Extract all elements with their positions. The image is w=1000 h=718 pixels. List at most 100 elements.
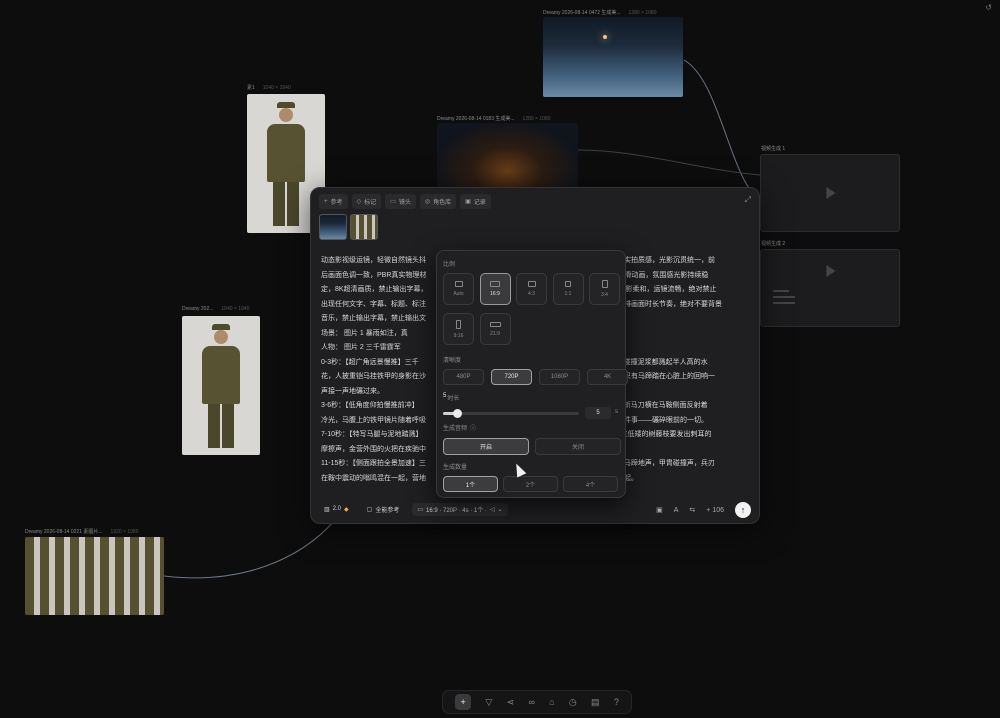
soldier-image-2[interactable] — [182, 316, 260, 455]
duration-label: 时长 — [447, 396, 460, 402]
resolution-option[interactable]: 4K — [587, 369, 628, 385]
ratio-option[interactable]: 16:9 — [479, 273, 511, 305]
ratio-label: 4:3 — [528, 291, 535, 297]
node-size: 1280 × 1080 — [628, 9, 657, 16]
tab-reference[interactable]: + 参考 — [319, 194, 348, 209]
ratio-option[interactable]: 3:4 — [589, 273, 620, 305]
diamond-icon: ◆ — [344, 506, 349, 513]
reference-thumb-1[interactable] — [319, 214, 347, 240]
node-caption-soldier-1: 素1 1040 × 1940 — [247, 84, 291, 92]
ratio-shape-icon — [565, 281, 571, 287]
night-video-thumbnail[interactable] — [437, 123, 578, 187]
node-caption-soldier-2: Dreamy 202... 1040 × 1940 — [182, 306, 249, 312]
settings-summary-button[interactable]: ▭ 16:9 · 720P · 4s · 1个 · ◁ ⌄ — [412, 502, 508, 516]
ratio-option[interactable]: Auto — [443, 273, 474, 305]
plus-icon[interactable]: + — [455, 694, 472, 710]
wire-ice-to-video — [683, 59, 761, 201]
tab-label: 标记 — [364, 200, 377, 206]
record-icon: ▣ — [465, 199, 471, 205]
image-icon[interactable]: ▤ — [591, 697, 600, 708]
model-selector[interactable]: ▥ 2.0 ◆ — [319, 504, 354, 515]
ratio-option[interactable]: 9:16 — [443, 313, 474, 345]
audio-option-label: 开启 — [479, 445, 492, 451]
light-icon — [603, 35, 607, 39]
reference-thumb-2[interactable] — [350, 214, 378, 240]
ratio-option[interactable]: 21:9 — [479, 313, 511, 345]
tab-label: 角色库 — [433, 200, 452, 206]
video-output-card-2[interactable] — [760, 249, 900, 327]
ratio-shape-icon — [454, 281, 463, 287]
tab-record[interactable]: ▣ 记录 — [460, 194, 491, 209]
duration-unit: s — [615, 409, 618, 415]
resolution-label: 4K — [603, 374, 612, 380]
ratio-label: 1:1 — [564, 291, 572, 297]
node-title: 视频生成 2 — [761, 241, 786, 247]
audio-option[interactable]: 关闭 — [535, 438, 621, 455]
resolution-option[interactable]: 720P — [491, 369, 532, 385]
count-option-label: 2个 — [525, 482, 536, 489]
count-option[interactable]: 1个 — [443, 476, 498, 492]
soldier-figure — [267, 102, 305, 226]
ratio-option[interactable]: 1:1 — [552, 273, 584, 305]
node-caption-video-1: 视频生成 1 — [761, 145, 785, 152]
duration-value-box[interactable]: 5 — [585, 407, 611, 419]
count-option[interactable]: 2个 — [503, 476, 558, 492]
video-output-card-1[interactable] — [760, 154, 900, 232]
workflow-canvas[interactable]: ↺ Dreamy 2026-08-14 0472 生成美... 1280 × 1… — [0, 0, 1000, 718]
node-title: Dreamy 2026-08-14 0221 素图片... — [25, 529, 103, 535]
play-icon — [826, 187, 836, 199]
history-icon[interactable]: ◷ — [569, 697, 577, 708]
node-caption-group: Dreamy 2026-08-14 0221 素图片... 1920 × 108… — [25, 528, 139, 536]
ratio-option[interactable]: 4:3 — [516, 273, 547, 305]
duration-marker: 5 — [443, 393, 447, 399]
upload-icon[interactable]: ⌂ — [549, 697, 554, 707]
node-size: 1040 × 1940 — [221, 306, 250, 312]
screen-icon: ▭ — [417, 506, 423, 513]
soldier-figure — [202, 324, 240, 448]
ratio-shape-icon — [489, 321, 501, 327]
expand-icon[interactable]: ⤢ — [745, 195, 751, 205]
count-option-label: 4个 — [585, 482, 596, 489]
chart-icon: ▥ — [324, 506, 330, 513]
duration-slider-knob[interactable] — [452, 409, 462, 418]
soldier-group-image[interactable] — [25, 537, 164, 615]
resolution-option[interactable]: 1080P — [539, 369, 580, 385]
tab-label: 镜头 — [398, 200, 411, 206]
send-button[interactable]: ↑ — [735, 502, 751, 518]
resolution-option[interactable]: 480P — [443, 369, 484, 385]
tab-shot[interactable]: ▭ 镜头 — [385, 194, 416, 209]
share-node-icon[interactable]: ⋖ — [507, 697, 515, 708]
resolution-section-label: 清晰度 — [443, 358, 462, 364]
placeholder-line — [773, 302, 795, 304]
ice-video-thumbnail[interactable] — [543, 17, 683, 97]
audio-option-label: 关闭 — [571, 445, 584, 451]
ratio-shape-icon — [456, 319, 461, 329]
share-icon[interactable]: ↺ — [985, 3, 992, 12]
node-title: 视频生成 1 — [761, 146, 786, 152]
node-caption-ice: Dreamy 2026-08-14 0472 生成美... 1280 × 108… — [543, 9, 657, 17]
image-edit-icon[interactable]: ▣ — [656, 506, 663, 514]
select-icon[interactable]: ▽ — [485, 697, 492, 708]
model-label: 2.0 — [332, 506, 342, 512]
audio-label: 生成音频 — [443, 426, 468, 432]
node-title: Dreamy 202... — [182, 306, 214, 312]
tab-label: 参考 — [330, 200, 343, 206]
node-size: 1280 × 1080 — [522, 115, 551, 122]
audio-option[interactable]: 开启 — [443, 438, 529, 455]
node-caption-video-2: 视频生成 2 — [761, 240, 785, 247]
swap-icon[interactable]: ⇆ — [689, 506, 695, 514]
tab-label: 记录 — [473, 200, 486, 206]
duration-slider[interactable] — [443, 409, 579, 418]
frame-icon: ▢ — [366, 506, 373, 513]
tab-tag[interactable]: ◇ 标记 — [351, 194, 382, 209]
link-icon[interactable]: ∞ — [528, 697, 534, 707]
count-option[interactable]: 4个 — [563, 476, 618, 492]
ratio-label: 21:9 — [490, 330, 500, 337]
credits-label: + 106 — [706, 506, 724, 514]
help-icon[interactable]: ? — [614, 697, 619, 707]
reference-mode-label: 全能参考 — [375, 507, 400, 514]
reference-mode-selector[interactable]: ▢ 全能参考 — [362, 503, 405, 516]
translate-icon[interactable]: A — [674, 507, 679, 514]
tab-character-library[interactable]: ◎ 角色库 — [419, 194, 457, 209]
audio-section-label: 生成音频 ⓘ — [443, 423, 476, 432]
